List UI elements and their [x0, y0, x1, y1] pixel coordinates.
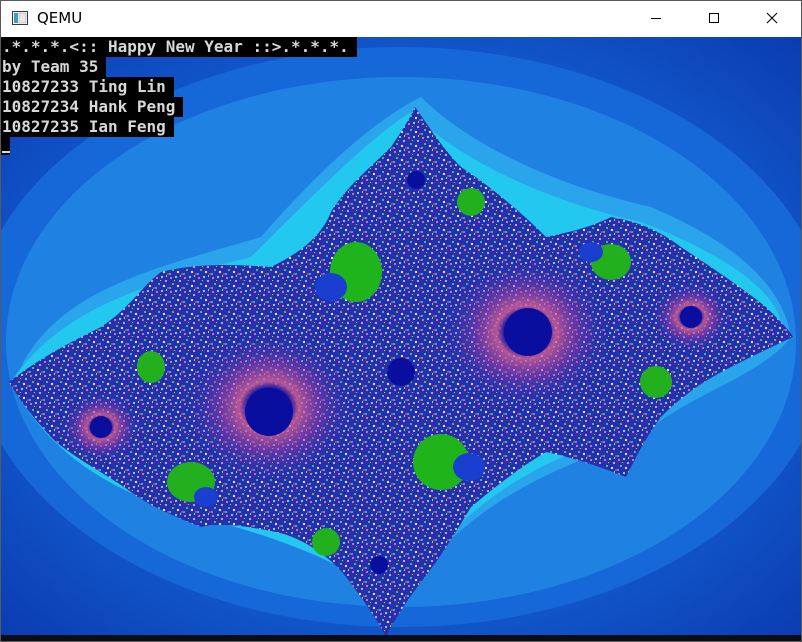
console-line: 10827235 Ian Feng — [1, 117, 174, 137]
console-line: .*.*.*.<:: Happy New Year ::>.*.*.*. — [1, 37, 357, 57]
close-button[interactable] — [743, 1, 801, 35]
title-bar[interactable]: QEMU — [1, 1, 801, 36]
console-line: 10827234 Hank Peng — [1, 97, 184, 117]
close-icon — [766, 9, 778, 28]
vm-display[interactable]: .*.*.*.<:: Happy New Year ::>.*.*.*. by … — [1, 37, 801, 641]
console-text-overlay: .*.*.*.<:: Happy New Year ::>.*.*.*. by … — [1, 37, 357, 155]
minimize-icon — [650, 9, 662, 28]
console-line: 10827233 Ting Lin — [1, 77, 174, 97]
maximize-icon — [708, 9, 720, 28]
qemu-window: QEMU .*.*.*.<:: Happy New Year::>.*.*.*… — [0, 0, 802, 642]
window-title: QEMU — [37, 9, 83, 27]
minimize-button[interactable] — [627, 1, 685, 35]
maximize-button[interactable] — [685, 1, 743, 35]
console-line: by Team 35 — [1, 57, 107, 77]
text-cursor — [1, 137, 10, 155]
qemu-app-icon[interactable] — [12, 10, 28, 26]
